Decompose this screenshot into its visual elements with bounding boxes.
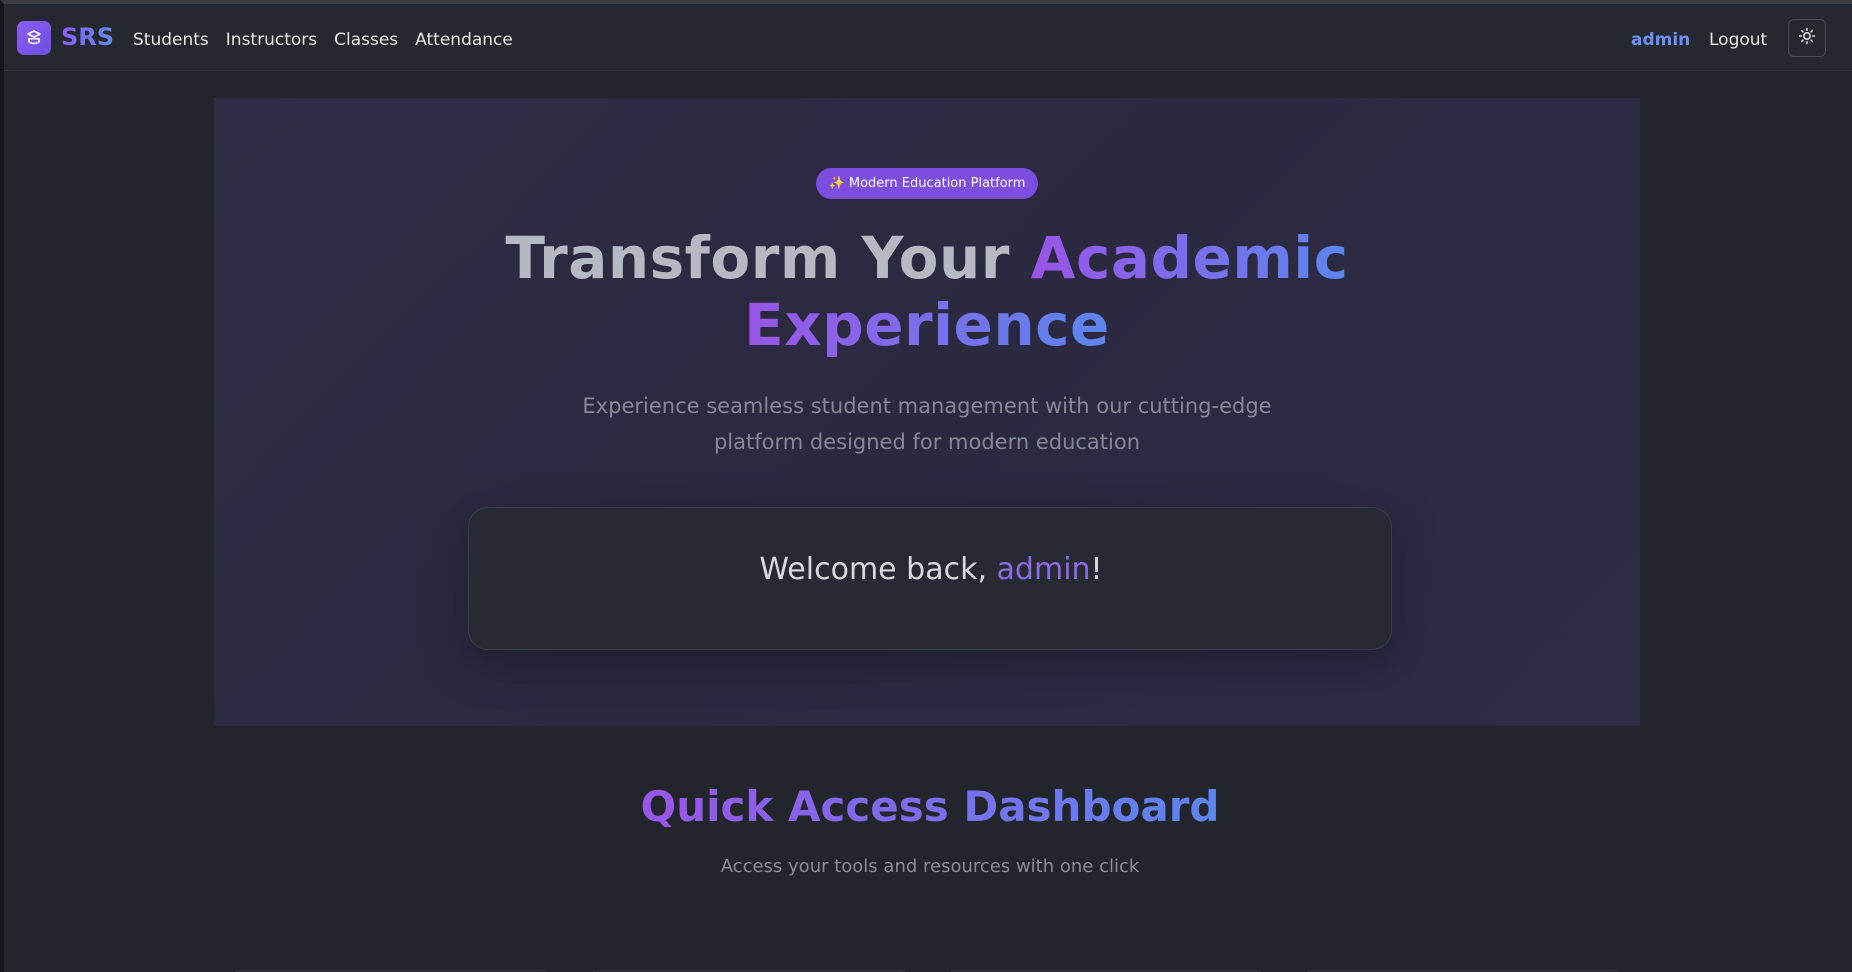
- hero-section: ✨ Modern Education Platform Transform Yo…: [214, 98, 1640, 726]
- nav-link-attendance[interactable]: Attendance: [415, 29, 513, 51]
- main-nav: Students Instructors Classes Attendance: [133, 29, 530, 51]
- hero-title: Transform Your Academic Experience: [214, 225, 1640, 359]
- quick-access-title: Quick Access Dashboard: [4, 781, 1852, 833]
- platform-badge: ✨ Modern Education Platform: [816, 168, 1038, 199]
- quick-access-subtitle: Access your tools and resources with one…: [720, 856, 1140, 877]
- graduation-icon[interactable]: [17, 21, 51, 55]
- hero-subtitle-line1: Experience seamless student management w…: [582, 394, 1272, 418]
- sun-icon: [1798, 27, 1816, 49]
- nav-link-students[interactable]: Students: [133, 29, 209, 51]
- theme-toggle-button[interactable]: [1788, 19, 1826, 57]
- welcome-prefix: Welcome back,: [759, 552, 987, 587]
- nav-link-instructors[interactable]: Instructors: [226, 29, 317, 51]
- quick-access-title-text: Quick Access Dashboard: [640, 782, 1220, 831]
- hero-subtitle: Experience seamless student management w…: [577, 388, 1277, 460]
- welcome-suffix: !: [1090, 552, 1103, 587]
- hero-title-accent-1: Academic: [1030, 224, 1349, 292]
- welcome-card: Welcome back, admin!: [468, 507, 1392, 650]
- welcome-username: admin: [996, 552, 1091, 587]
- hero-title-plain: Transform Your: [505, 224, 1010, 292]
- welcome-message: Welcome back, admin!: [469, 550, 1393, 590]
- brand-logo-text[interactable]: SRS: [61, 22, 114, 52]
- hero-title-accent-2: Experience: [744, 291, 1110, 359]
- nav-link-classes[interactable]: Classes: [334, 29, 398, 51]
- logout-button[interactable]: Logout: [1709, 29, 1767, 51]
- hero-subtitle-line2: platform designed for modern education: [713, 430, 1141, 454]
- current-user-link[interactable]: admin: [1631, 29, 1690, 51]
- app-window: SRS Students Instructors Classes Attenda…: [0, 0, 1852, 972]
- top-navbar: SRS Students Instructors Classes Attenda…: [4, 4, 1852, 71]
